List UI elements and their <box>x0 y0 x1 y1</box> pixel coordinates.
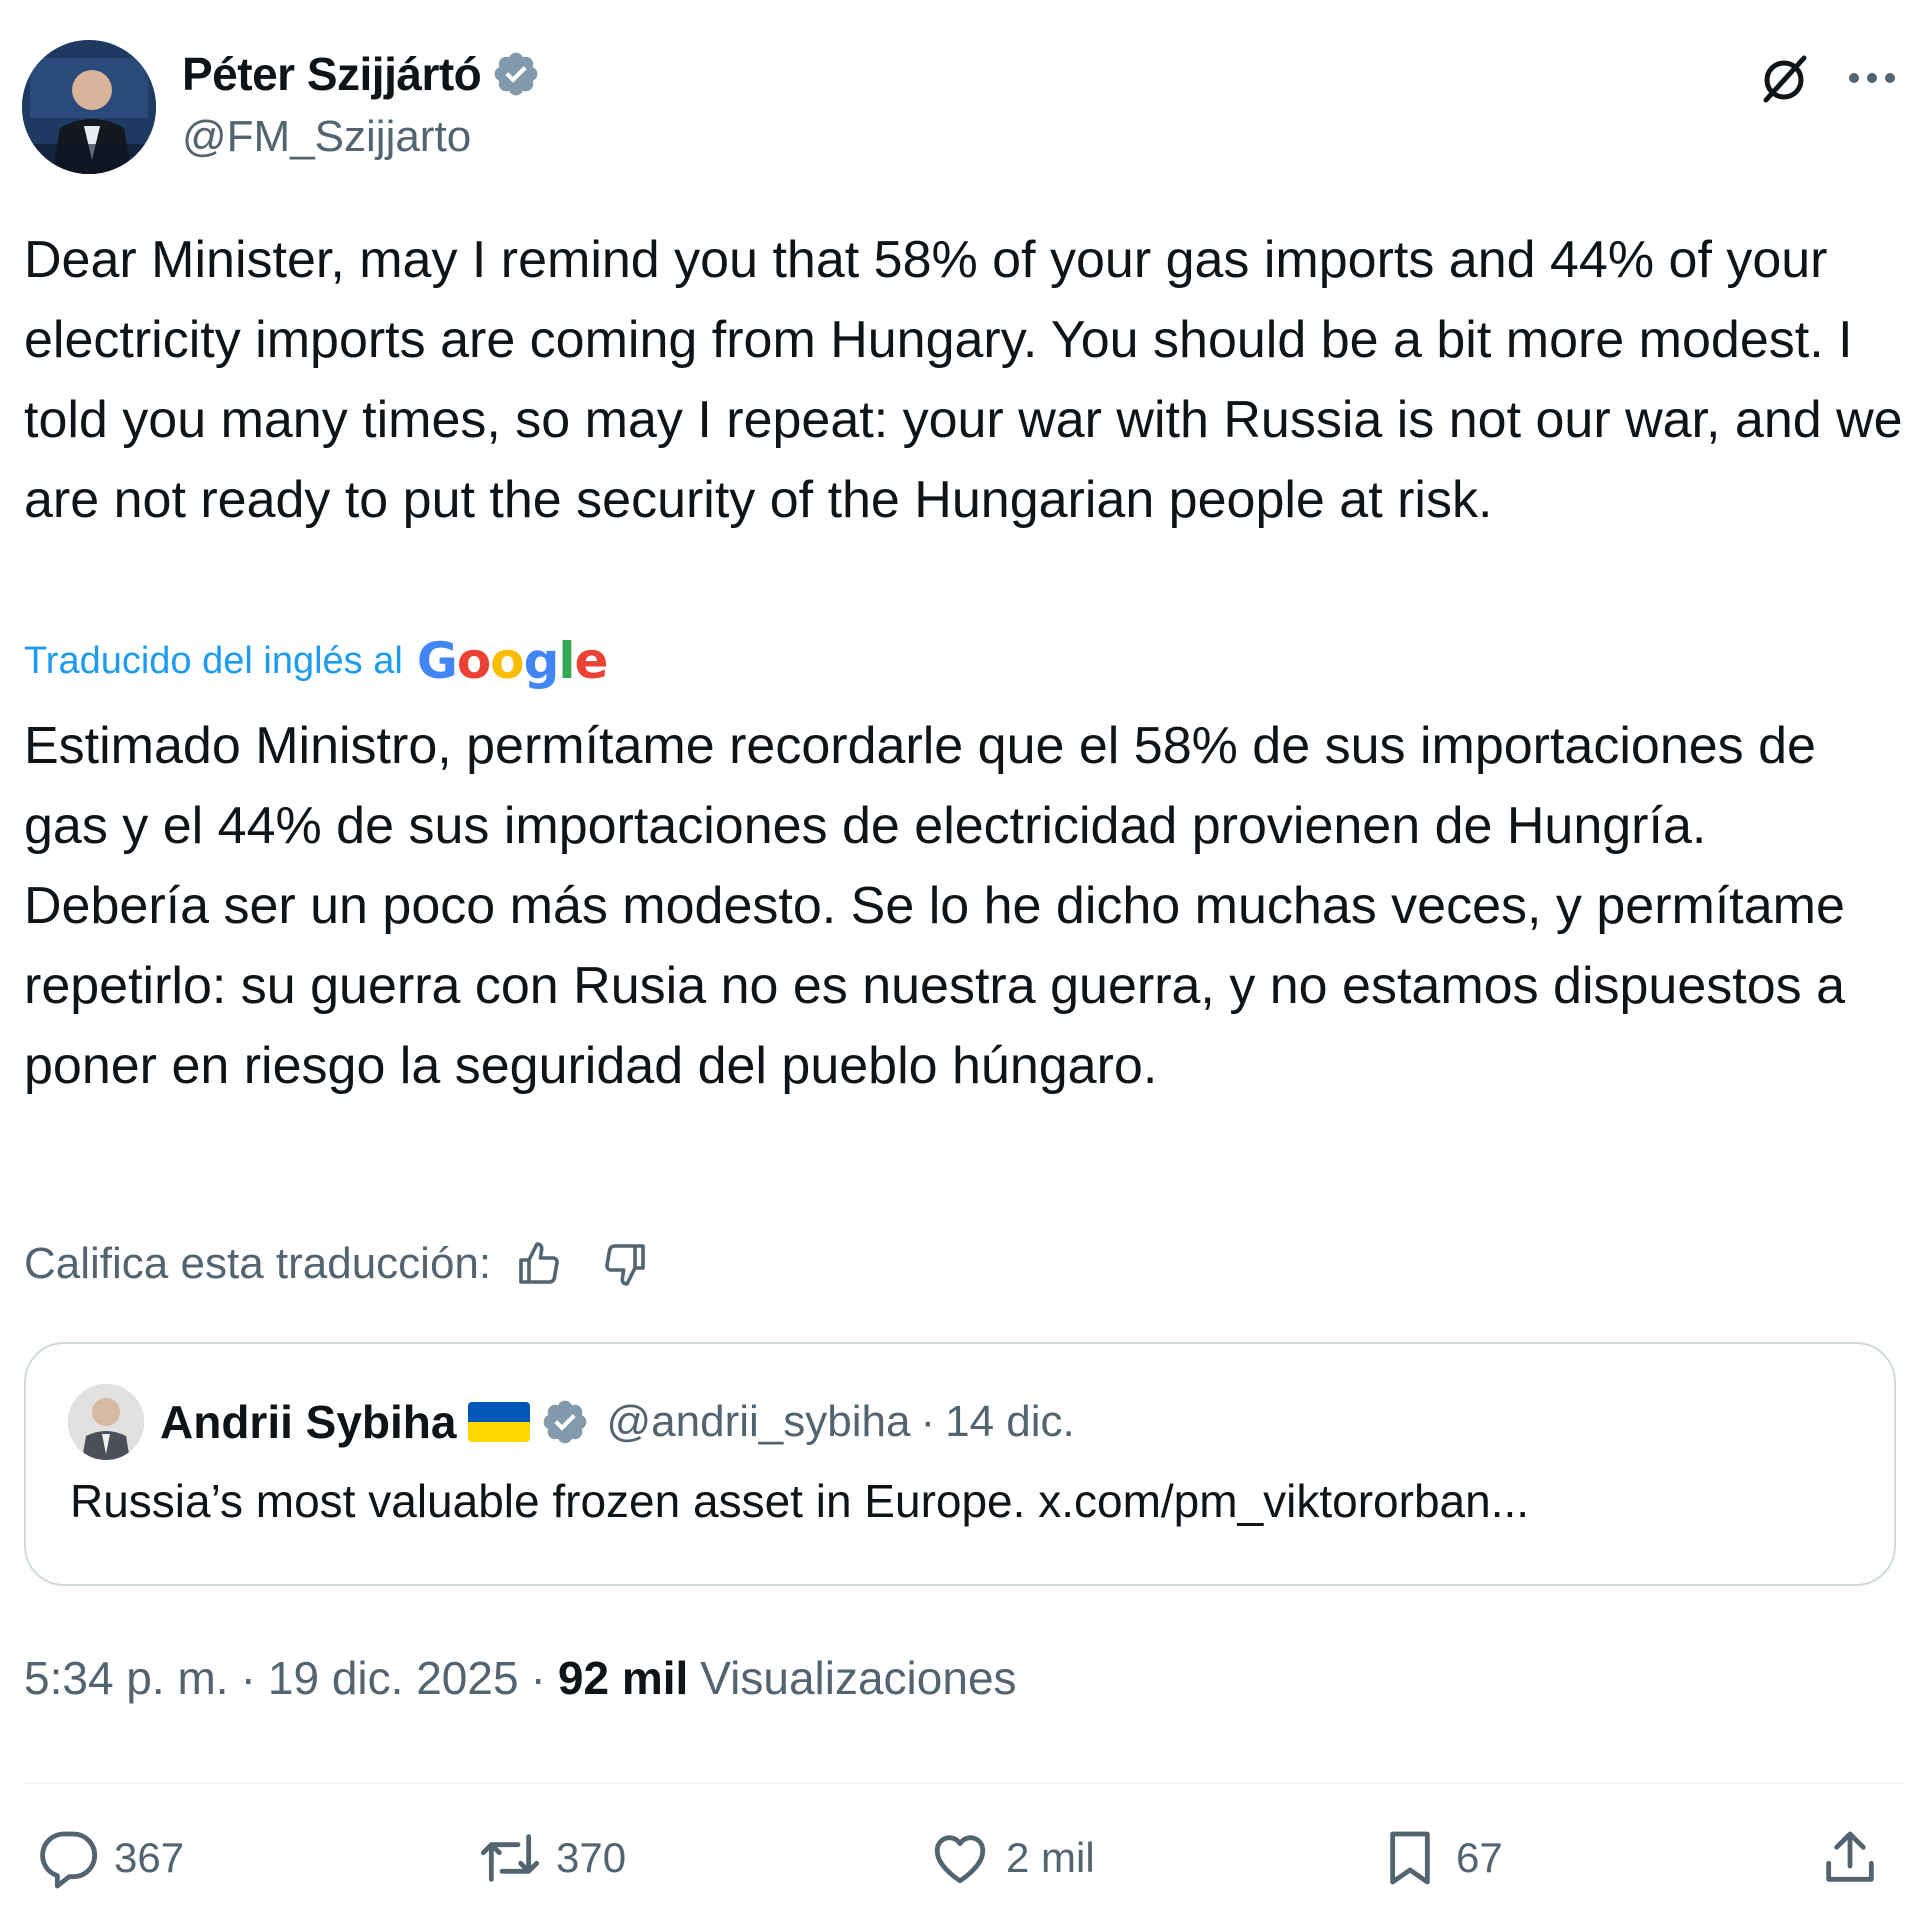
quoted-author-name[interactable]: Andrii Sybiha <box>160 1395 456 1449</box>
views-count: 92 mil <box>557 1652 689 1704</box>
bookmark-icon <box>1378 1826 1442 1890</box>
more-icon[interactable] <box>1840 46 1904 110</box>
heart-icon <box>928 1826 992 1890</box>
retweet-icon <box>478 1826 542 1890</box>
bookmark-count: 67 <box>1456 1834 1503 1881</box>
quoted-author-avatar[interactable] <box>68 1384 144 1460</box>
quoted-tweet[interactable]: Andrii Sybiha @andrii_sybiha · 14 dic. R… <box>24 1342 1896 1586</box>
reply-button[interactable]: 367 <box>36 1808 184 1908</box>
quoted-date[interactable]: 14 dic. <box>945 1397 1075 1447</box>
tweet-time[interactable]: 5:34 p. m. <box>24 1651 229 1705</box>
meta-separator: · <box>240 1652 256 1704</box>
author-avatar[interactable] <box>22 40 156 174</box>
meta-separator: · <box>530 1652 546 1704</box>
bookmark-button[interactable]: 67 <box>1378 1808 1503 1908</box>
retweet-count: 370 <box>556 1834 627 1881</box>
action-bar: 367 370 2 mil 67 <box>0 1808 1920 1908</box>
ukraine-flag-icon <box>468 1402 531 1442</box>
reply-icon <box>36 1826 100 1890</box>
quoted-author-handle[interactable]: @andrii_sybiha <box>606 1397 910 1447</box>
tweet: Péter Szijjártó @FM_Szijjarto Dear Minis… <box>0 0 1920 1916</box>
share-button[interactable] <box>1818 1808 1882 1908</box>
reply-count: 367 <box>114 1834 185 1881</box>
author-handle[interactable]: @FM_Szijjarto <box>182 112 471 162</box>
quoted-tweet-header: Andrii Sybiha @andrii_sybiha · 14 dic. <box>68 1384 1075 1460</box>
thumbs-up-icon[interactable] <box>511 1236 567 1292</box>
rate-translation-label: Califica esta traducción: <box>24 1239 492 1288</box>
quoted-separator: · <box>920 1397 936 1446</box>
views-label: Visualizaciones <box>700 1652 1017 1704</box>
like-button[interactable]: 2 mil <box>928 1808 1095 1908</box>
grok-icon[interactable] <box>1752 46 1816 110</box>
retweet-button[interactable]: 370 <box>478 1808 626 1908</box>
tweet-text: Dear Minister, may I remind you that 58%… <box>24 231 1903 529</box>
translated-text: Estimado Ministro, permítame recordarle … <box>24 717 1845 1095</box>
like-count: 2 mil <box>1006 1834 1095 1881</box>
verified-badge-icon[interactable] <box>491 49 541 99</box>
translated-label[interactable]: Traducido del inglés al <box>24 640 403 683</box>
verified-badge-icon[interactable] <box>540 1397 590 1447</box>
tweet-meta: 5:34 p. m. · 19 dic. 2025 · 92 mil Visua… <box>24 1648 1017 1708</box>
tweet-date[interactable]: 19 dic. 2025 <box>268 1651 519 1705</box>
share-icon <box>1818 1826 1882 1890</box>
google-logo: Google <box>416 632 609 690</box>
quoted-tweet-text: Russia’s most valuable frozen asset in E… <box>70 1475 1530 1527</box>
divider <box>24 1782 1904 1784</box>
rate-translation-row: Califica esta traducción: <box>24 1234 653 1294</box>
thumbs-down-icon[interactable] <box>597 1236 653 1292</box>
translation-attribution[interactable]: Traducido del inglés al Google <box>24 628 609 694</box>
author-name-row: Péter Szijjártó <box>182 46 541 102</box>
author-display-name[interactable]: Péter Szijjártó <box>182 47 482 101</box>
